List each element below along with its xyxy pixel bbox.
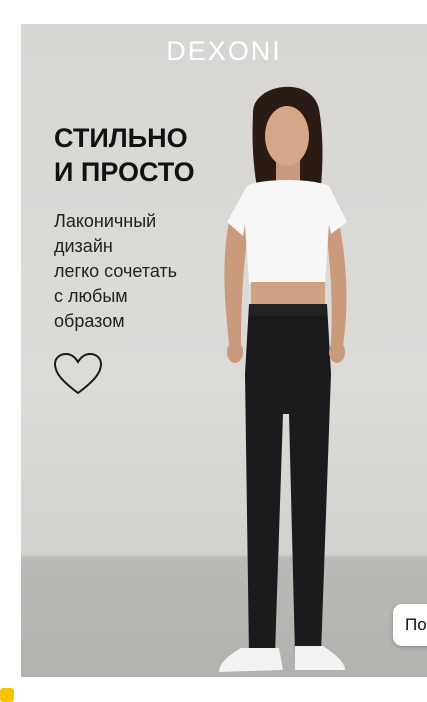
brand-logo: DEXONI (166, 36, 282, 66)
product-banner[interactable]: DEXONI СТИЛЬНО И ПРОСТО Лаконичный дизай… (21, 24, 427, 677)
model-photo (219, 86, 347, 672)
corner-badge (0, 688, 14, 702)
heart-icon[interactable] (52, 351, 104, 397)
side-action-button[interactable]: По (393, 604, 427, 646)
